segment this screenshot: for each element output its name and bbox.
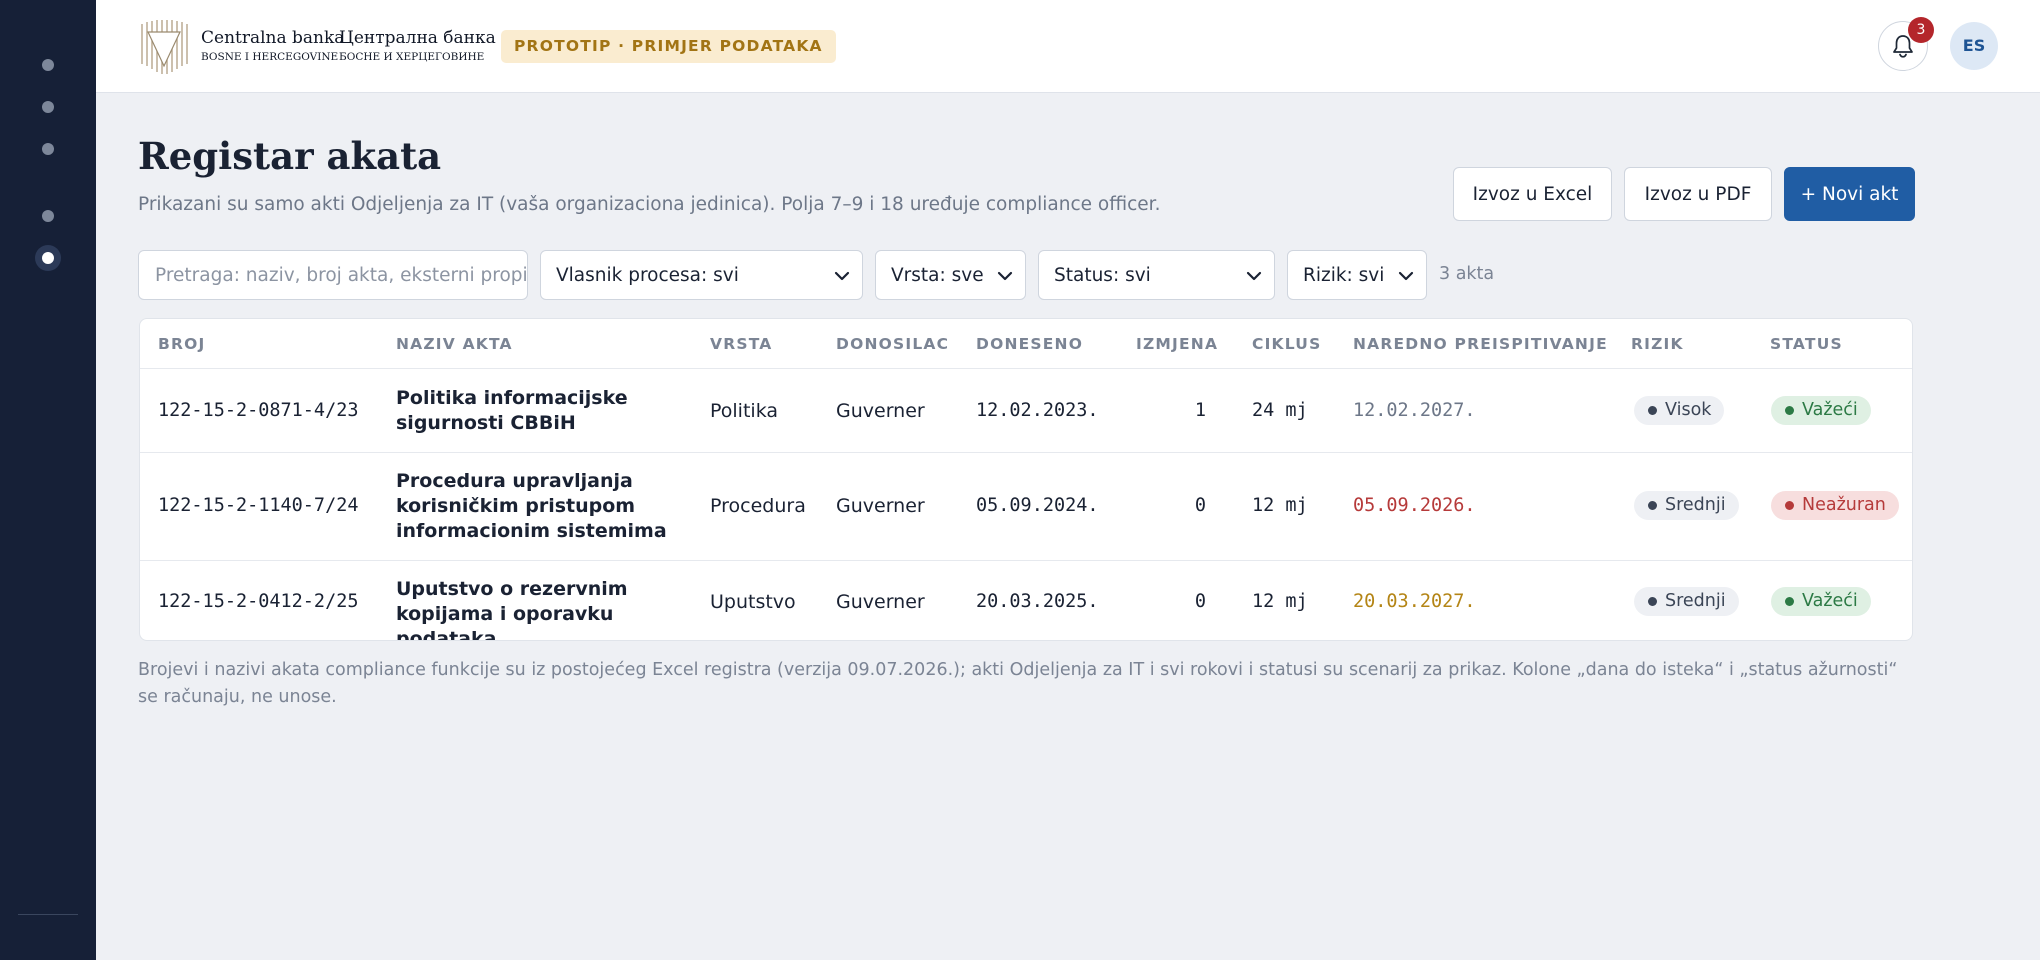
status-badge-label: Važeći [1802,400,1858,420]
sidebar-nav-item-active[interactable] [42,252,54,264]
notification-count-badge: 3 [1908,17,1934,43]
status-dot-icon [1785,597,1794,606]
act-type: Procedura [710,495,806,517]
page-subtitle: Prikazani su samo akti Odjeljenja za IT … [138,194,1161,215]
page-title: Registar akata [138,134,442,178]
act-number: 122-15-2-0412-2/25 [158,591,359,612]
act-issuer: Guverner [836,495,925,517]
chevron-down-icon [1246,271,1262,281]
logo-cyrillic-name: Централна банка [339,28,496,48]
chevron-down-icon [997,271,1013,281]
act-cycle: 12 mj [1252,591,1308,612]
sidebar-nav-item-2[interactable] [42,101,54,113]
table-row[interactable]: 122-15-2-1140-7/24 Procedura upravljanja… [140,452,1912,560]
sidebar-divider [18,914,78,915]
sidebar-nav-item-1[interactable] [42,59,54,71]
risk-badge-label: Srednji [1665,591,1726,611]
act-adopted-date: 20.03.2025. [976,591,1099,612]
footnote: Brojevi i nazivi akata compliance funkci… [138,660,1898,707]
act-title[interactable]: Procedura upravljanja korisničkim pristu… [396,469,696,544]
column-header-cycle[interactable]: CIKLUS [1252,319,1321,369]
chevron-down-icon [1398,271,1414,281]
process-owner-select[interactable]: Vlasnik procesa: svi [540,250,863,300]
logo-cyrillic: Централна банка БОСНЕ И ХЕРЦЕГОВИНЕ [339,28,496,64]
act-title[interactable]: Uputstvo o rezervnim kopijama i oporavku… [396,577,696,640]
logo-cyrillic-sub: БОСНЕ И ХЕРЦЕГОВИНЕ [339,51,485,63]
prototype-badge: PROTOTIP · PRIMJER PODATAKA [501,30,836,63]
type-value: Vrsta: sve [891,264,984,286]
table-row[interactable]: 122-15-2-0871-4/23 Politika informacijsk… [140,368,1912,452]
act-next-review: 20.03.2027. [1353,591,1476,612]
act-type: Politika [710,400,779,422]
act-adopted-date: 05.09.2024. [976,495,1099,516]
acts-table: BROJ NAZIV AKTA VRSTA DONOSILAC DONESENO… [139,318,1913,641]
new-act-button[interactable]: + Novi akt [1784,167,1915,221]
column-header-next-review[interactable]: NAREDNO PREISPITIVANJE [1353,319,1608,369]
status-badge-label: Važeći [1802,591,1858,611]
act-next-review: 12.02.2027. [1353,400,1476,421]
column-header-title[interactable]: NAZIV AKTA [396,319,513,369]
act-number: 122-15-2-0871-4/23 [158,400,359,421]
risk-badge: Srednji [1634,587,1739,616]
status-badge: Važeći [1771,396,1871,425]
export-pdf-button[interactable]: Izvoz u PDF [1624,167,1772,221]
search-input[interactable]: Pretraga: naziv, broj akta, eksterni pro… [138,250,528,300]
cbbih-logo-icon [141,20,188,74]
status-dot-icon [1785,406,1794,415]
search-placeholder: Pretraga: naziv, broj akta, eksterni pro… [155,264,528,286]
logo-latin-sub: BOSNE I HERCEGOVINE [201,51,339,63]
user-avatar[interactable]: ES [1950,22,1998,70]
process-owner-value: Vlasnik procesa: svi [556,264,739,286]
sidebar-nav-item-4[interactable] [42,210,54,222]
status-badge: Neažuran [1771,491,1899,520]
logo-latin-name: Centralna banka [201,28,345,48]
act-issuer: Guverner [836,591,925,613]
column-header-risk[interactable]: RIZIK [1631,319,1684,369]
logo-latin: Centralna banka BOSNE I HERCEGOVINE [201,28,344,64]
act-next-review: 05.09.2026. [1353,495,1476,516]
column-header-adopted[interactable]: DONESENO [976,319,1083,369]
act-type: Uputstvo [710,591,796,613]
column-header-issuer[interactable]: DONOSILAC [836,319,949,369]
risk-dot-icon [1648,406,1657,415]
risk-badge-label: Visok [1665,400,1712,420]
top-bar: Centralna banka BOSNE I HERCEGOVINE Цент… [96,0,2040,93]
act-title[interactable]: Politika informacijske sigurnosti CBBiH [396,386,696,436]
risk-dot-icon [1648,597,1657,606]
status-badge: Važeći [1771,587,1871,616]
risk-value: Rizik: svi [1303,264,1385,286]
act-cycle: 12 mj [1252,495,1308,516]
column-header-amendments[interactable]: IZMJENA [1136,319,1218,369]
table-row[interactable]: 122-15-2-0412-2/25 Uputstvo o rezervnim … [140,560,1912,640]
act-cycle: 24 mj [1252,400,1308,421]
type-select[interactable]: Vrsta: sve [875,250,1026,300]
act-number: 122-15-2-1140-7/24 [158,495,359,516]
sidebar-nav-item-3[interactable] [42,143,54,155]
export-excel-button[interactable]: Izvoz u Excel [1453,167,1612,221]
status-dot-icon [1785,501,1794,510]
act-adopted-date: 12.02.2023. [976,400,1099,421]
sidebar [0,0,96,960]
risk-dot-icon [1648,501,1657,510]
chevron-down-icon [834,271,850,281]
act-issuer: Guverner [836,400,925,422]
risk-badge: Visok [1634,396,1725,425]
risk-select[interactable]: Rizik: svi [1287,250,1427,300]
column-header-number[interactable]: BROJ [158,319,206,369]
status-value: Status: svi [1054,264,1151,286]
result-count: 3 akta [1439,264,1495,284]
column-header-type[interactable]: VRSTA [710,319,772,369]
column-header-status[interactable]: STATUS [1770,319,1843,369]
risk-badge: Srednji [1634,491,1739,520]
risk-badge-label: Srednji [1665,495,1726,515]
status-select[interactable]: Status: svi [1038,250,1275,300]
status-badge-label: Neažuran [1802,495,1886,515]
